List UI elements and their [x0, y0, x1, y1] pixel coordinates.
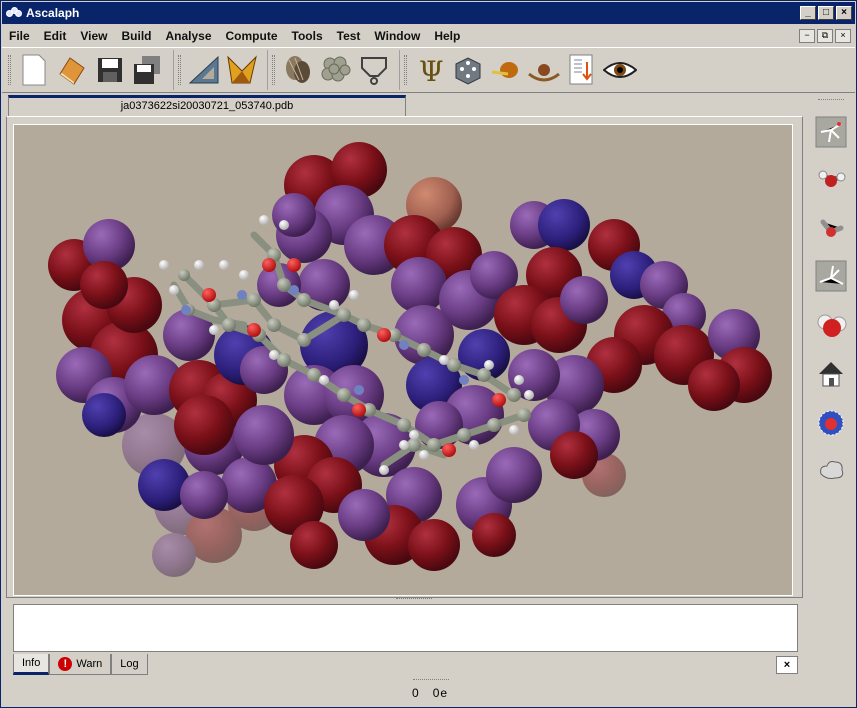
mdi-minimize-button[interactable]: −	[799, 29, 815, 43]
menu-view[interactable]: View	[73, 29, 114, 43]
spacefill-mesh-icon[interactable]	[814, 405, 848, 439]
mdi-close-button[interactable]: ×	[835, 29, 851, 43]
minimize-button[interactable]: _	[800, 6, 816, 20]
mdi-restore-button[interactable]: ⧉	[817, 29, 833, 43]
toolbar-grip[interactable]	[404, 55, 407, 85]
bookmark-fold-icon[interactable]	[223, 51, 261, 89]
psi-icon[interactable]: Ψ	[411, 51, 449, 89]
new-file-icon[interactable]	[15, 51, 53, 89]
tab-log[interactable]: Log	[111, 654, 148, 675]
molecule-render	[48, 142, 772, 577]
status-unit: 0e	[432, 686, 449, 700]
log-tabs: Info ! Warn Log	[13, 654, 148, 676]
ball-stick-water-icon[interactable]	[814, 162, 848, 196]
status-grip[interactable]	[413, 679, 449, 682]
menu-file[interactable]: File	[2, 29, 37, 43]
tab-log-label: Log	[120, 657, 139, 670]
toolbar-grip[interactable]	[178, 55, 181, 85]
snail-icon[interactable]	[487, 51, 525, 89]
stick-water-icon[interactable]	[814, 211, 848, 245]
spacefill-water-icon[interactable]	[814, 309, 848, 343]
save-all-icon[interactable]	[129, 51, 167, 89]
document-arrow-icon[interactable]	[563, 51, 601, 89]
toolbar-grip[interactable]	[272, 55, 275, 85]
menu-window[interactable]: Window	[367, 29, 427, 43]
window-title: Ascalaph	[26, 6, 80, 20]
status-bar: 0 0e	[2, 679, 855, 705]
tab-warn[interactable]: ! Warn	[49, 654, 112, 675]
menu-edit[interactable]: Edit	[37, 29, 74, 43]
menu-analyse[interactable]: Analyse	[158, 29, 218, 43]
warning-icon: !	[58, 657, 73, 671]
app-window: Ascalaph _ □ × File Edit View Build Anal…	[0, 0, 857, 708]
close-panel-button[interactable]: ×	[776, 656, 798, 674]
dice-icon[interactable]	[449, 51, 487, 89]
save-icon[interactable]	[91, 51, 129, 89]
open-book-icon[interactable]	[53, 51, 91, 89]
set-square-icon[interactable]	[185, 51, 223, 89]
menu-help[interactable]: Help	[427, 29, 467, 43]
tab-info[interactable]: Info	[13, 654, 50, 675]
menu-build[interactable]: Build	[114, 29, 158, 43]
house-icon[interactable]	[814, 357, 848, 391]
render-style-toolbar	[806, 95, 855, 595]
toolbar-grip[interactable]	[8, 55, 11, 85]
molecule-app-icon	[6, 7, 22, 19]
title-bar[interactable]: Ascalaph _ □ ×	[2, 2, 855, 24]
molecule-viewport[interactable]	[13, 124, 793, 596]
maximize-button[interactable]: □	[818, 6, 834, 20]
menu-bar: File Edit View Build Analyse Compute Too…	[2, 25, 855, 47]
status-readout: 0 0e	[412, 686, 448, 700]
wireframe-model-icon[interactable]	[814, 115, 848, 149]
document-tab[interactable]: ja0373622si20030721_053740.pdb	[8, 95, 406, 117]
menu-compute[interactable]: Compute	[219, 29, 285, 43]
tab-warn-label: Warn	[76, 657, 103, 670]
cloud-surface-icon[interactable]	[814, 453, 848, 487]
tab-info-label: Info	[22, 656, 41, 669]
menu-test[interactable]: Test	[330, 29, 368, 43]
close-button[interactable]: ×	[836, 6, 852, 20]
ball-in-well-icon[interactable]	[525, 51, 563, 89]
seashells-icon[interactable]	[279, 51, 317, 89]
axis-model-icon[interactable]	[814, 259, 848, 293]
info-output-panel[interactable]	[13, 604, 798, 652]
horizontal-splitter[interactable]	[13, 597, 798, 603]
status-count: 0	[412, 686, 420, 700]
eye-icon[interactable]	[601, 51, 639, 89]
cluster-icon[interactable]	[317, 51, 355, 89]
sidebar-grip[interactable]	[818, 99, 844, 102]
main-toolbar: Ψ	[2, 47, 855, 93]
beaker-stand-icon[interactable]	[355, 51, 393, 89]
menu-tools[interactable]: Tools	[285, 29, 330, 43]
svg-text:Ψ: Ψ	[419, 55, 444, 85]
